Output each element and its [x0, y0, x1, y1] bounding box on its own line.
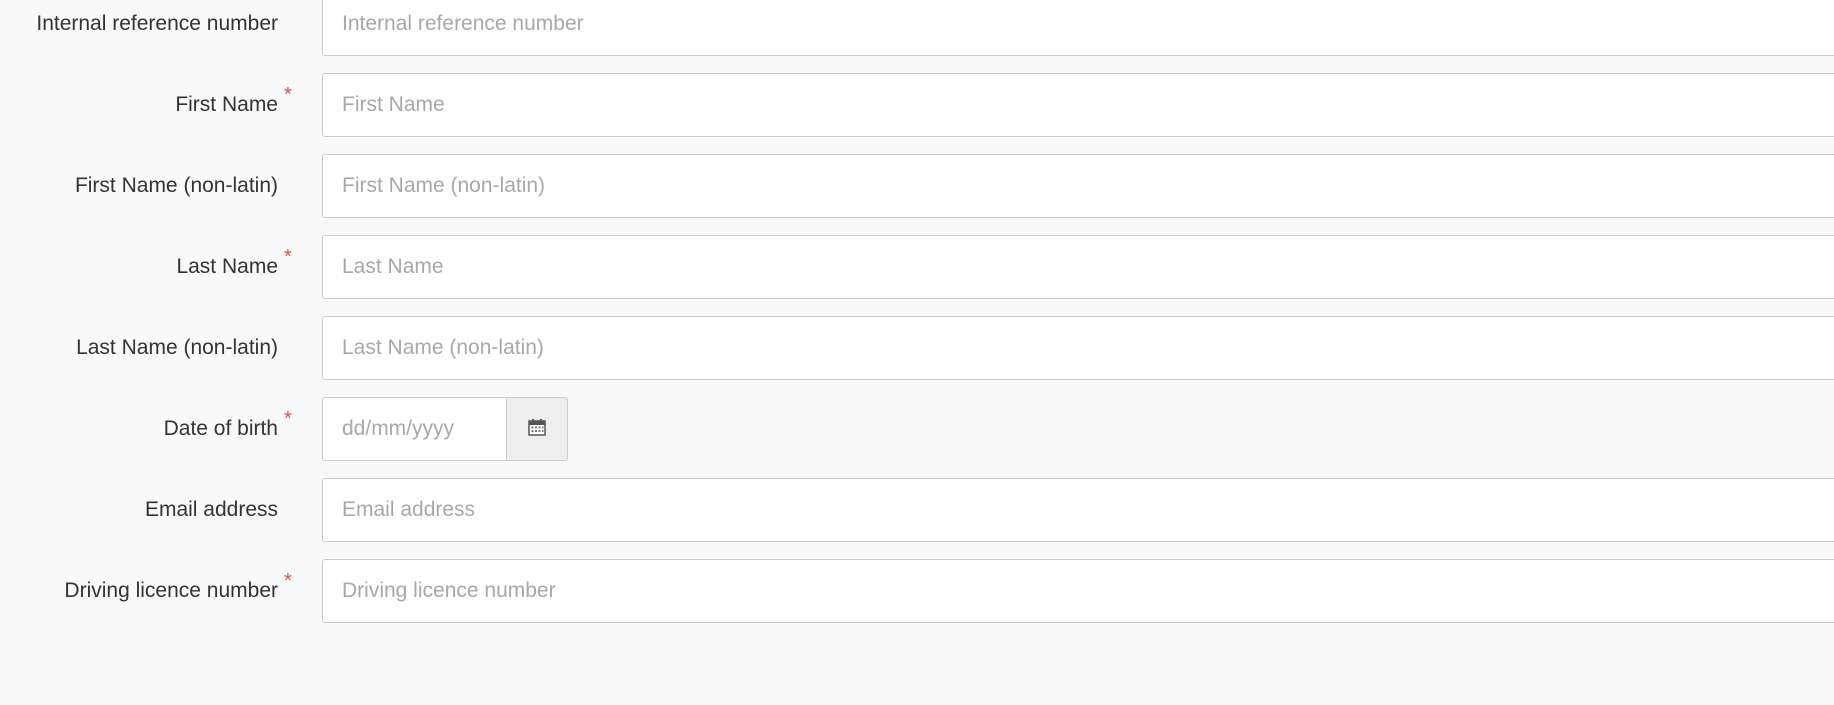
- date-picker-button[interactable]: [506, 397, 568, 461]
- date-of-birth-input[interactable]: [322, 397, 507, 461]
- driving-licence-input[interactable]: [322, 559, 1834, 623]
- form-row-date-of-birth: Date of birth *: [0, 397, 1834, 461]
- driver-details-form: Internal reference number First Name * F…: [0, 0, 1834, 705]
- driving-licence-label: Driving licence number: [64, 579, 278, 602]
- required-marker: *: [284, 570, 292, 592]
- required-marker: *: [284, 408, 292, 430]
- email-label: Email address: [144, 498, 278, 521]
- first-name-input[interactable]: [322, 73, 1834, 137]
- required-marker: *: [284, 246, 292, 268]
- date-of-birth-group: [322, 397, 568, 461]
- form-row-last-name-nonlatin: Last Name (non-latin): [0, 316, 1834, 380]
- form-row-first-name-nonlatin: First Name (non-latin): [0, 154, 1834, 218]
- first-name-nonlatin-label: First Name (non-latin): [74, 174, 278, 197]
- calendar-icon: [528, 418, 546, 441]
- last-name-label: Last Name: [176, 255, 278, 278]
- internal-reference-label: Internal reference number: [36, 12, 278, 35]
- required-marker: *: [284, 84, 292, 106]
- form-row-internal-reference: Internal reference number: [0, 0, 1834, 56]
- first-name-label: First Name: [175, 93, 278, 116]
- last-name-nonlatin-label: Last Name (non-latin): [76, 336, 278, 359]
- date-of-birth-label: Date of birth: [163, 417, 278, 440]
- form-row-first-name: First Name *: [0, 73, 1834, 137]
- form-row-driving-licence: Driving licence number *: [0, 559, 1834, 623]
- last-name-input[interactable]: [322, 235, 1834, 299]
- internal-reference-input[interactable]: [322, 0, 1834, 56]
- form-row-last-name: Last Name *: [0, 235, 1834, 299]
- form-row-email: Email address: [0, 478, 1834, 542]
- last-name-nonlatin-input[interactable]: [322, 316, 1834, 380]
- first-name-nonlatin-input[interactable]: [322, 154, 1834, 218]
- email-input[interactable]: [322, 478, 1834, 542]
